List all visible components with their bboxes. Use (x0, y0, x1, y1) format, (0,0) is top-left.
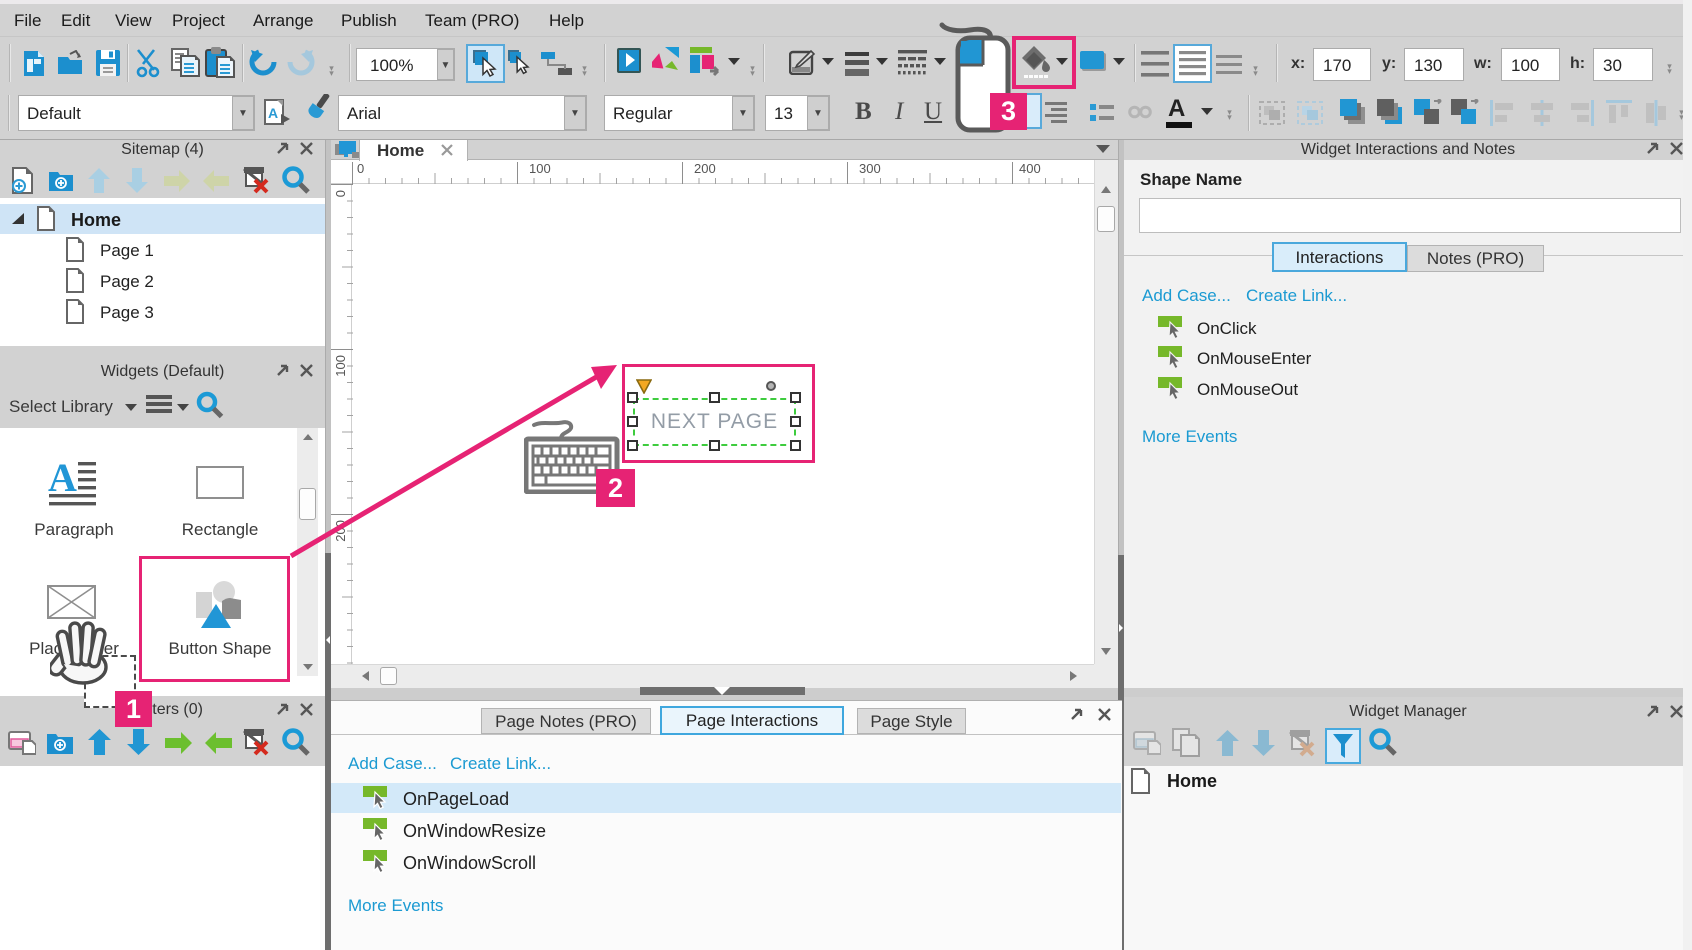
svg-text:300: 300 (859, 161, 881, 176)
svg-text:400: 400 (1019, 161, 1041, 176)
